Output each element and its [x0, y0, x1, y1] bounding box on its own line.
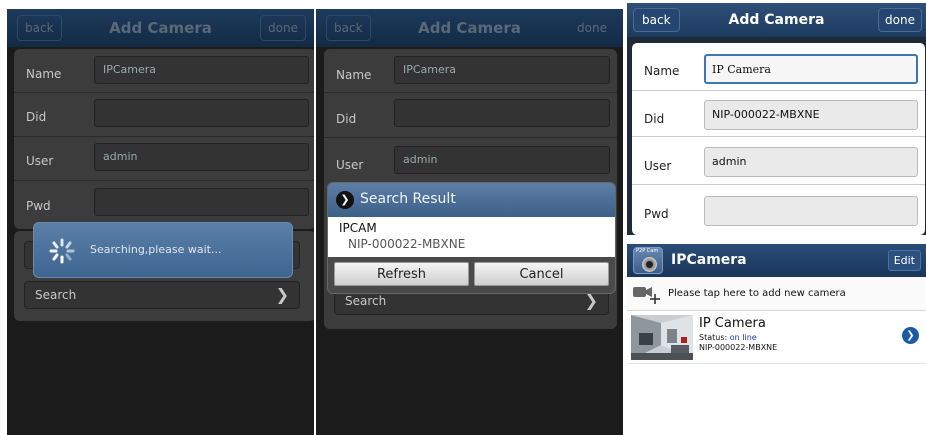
- status-value: on line: [729, 333, 757, 342]
- name-field[interactable]: IPCamera: [394, 56, 610, 84]
- navigation-bar: P2P Cam IPCamera Edit: [627, 244, 926, 277]
- refresh-button[interactable]: Refresh: [334, 262, 469, 286]
- form-row-user: User admin: [14, 137, 314, 181]
- user-label: User: [644, 159, 672, 173]
- navigation-bar: back Add Camera done: [316, 9, 623, 47]
- pwd-field[interactable]: [94, 188, 309, 216]
- status-label: Status:: [699, 333, 728, 342]
- form-card: Name IPCamera Did User admin Pwd: [14, 49, 314, 229]
- form-row-did: Did: [324, 94, 617, 138]
- did-label: Did: [26, 110, 47, 124]
- dialog-title: Search Result: [360, 191, 456, 207]
- app-icon-text: P2P Cam: [636, 248, 659, 254]
- user-field[interactable]: admin: [94, 143, 309, 171]
- result-name: IPCAM: [339, 221, 377, 235]
- result-id: NIP-000022-MBXNE: [348, 237, 466, 251]
- screen-add-camera-filled: back Add Camera done Name IP Camera Did …: [627, 3, 926, 235]
- dialog-header: ❯ Search Result: [328, 183, 615, 217]
- toast-text: Searching,please wait...: [90, 243, 222, 256]
- camera-status: Status: on line: [699, 333, 757, 342]
- form-row-name: Name IP Camera: [632, 43, 925, 91]
- cancel-button[interactable]: Cancel: [474, 262, 609, 286]
- name-field[interactable]: IPCamera: [94, 56, 309, 84]
- search-label: Search: [345, 294, 387, 308]
- form-row-user: User admin: [632, 137, 925, 185]
- navigation-bar: back Add Camera done: [627, 3, 926, 37]
- form-card: Name IP Camera Did NIP-000022-MBXNE User…: [632, 43, 925, 235]
- form-row-name: Name IPCamera: [14, 49, 314, 93]
- form-row-did: Did NIP-000022-MBXNE: [632, 91, 925, 137]
- camera-name: IP Camera: [699, 316, 766, 331]
- did-field[interactable]: NIP-000022-MBXNE: [704, 100, 918, 130]
- add-camera-icon: [633, 284, 661, 304]
- form-row-did: Did: [14, 93, 314, 137]
- page-title: IPCamera: [671, 252, 747, 268]
- edit-button[interactable]: Edit: [887, 250, 921, 271]
- camera-id: NIP-000022-MBXNE: [699, 343, 778, 352]
- spinner-icon: [48, 237, 76, 265]
- done-button[interactable]: done: [878, 8, 922, 32]
- navigation-bar: back Add Camera done: [7, 9, 314, 47]
- name-label: Name: [644, 64, 680, 78]
- add-camera-hint: Please tap here to add new camera: [668, 288, 846, 299]
- done-button[interactable]: done: [260, 15, 306, 41]
- form-row-name: Name IPCamera: [324, 49, 617, 93]
- camera-lens-icon: [642, 257, 657, 272]
- search-result-item[interactable]: IPCAM NIP-000022-MBXNE: [328, 217, 615, 257]
- form-row-user: User admin: [324, 139, 617, 183]
- searching-toast: Searching,please wait...: [33, 222, 293, 278]
- screen-camera-list: P2P Cam IPCamera Edit Please tap here to…: [627, 244, 926, 435]
- did-field[interactable]: [394, 99, 610, 127]
- add-camera-row[interactable]: Please tap here to add new camera: [627, 277, 926, 311]
- pwd-label: Pwd: [644, 207, 669, 221]
- did-label: Did: [336, 112, 357, 126]
- chevron-circle-icon: ❯: [336, 191, 354, 209]
- app-icon: P2P Cam: [633, 247, 663, 274]
- user-field[interactable]: admin: [394, 146, 610, 174]
- user-field[interactable]: admin: [704, 147, 918, 177]
- search-button[interactable]: Search ❯: [24, 281, 300, 309]
- search-label: Search: [35, 288, 77, 302]
- search-result-dialog: ❯ Search Result IPCAM NIP-000022-MBXNE R…: [327, 182, 616, 294]
- pwd-label: Pwd: [26, 199, 51, 213]
- pwd-field[interactable]: [704, 196, 918, 226]
- screen-searching: back Add Camera done Name IPCamera Did U…: [7, 9, 314, 435]
- user-label: User: [336, 158, 364, 172]
- name-label: Name: [336, 68, 372, 82]
- form-row-pwd: Pwd: [632, 185, 925, 235]
- camera-list-item[interactable]: IP Camera Status: on line NIP-000022-MBX…: [627, 312, 926, 364]
- user-label: User: [26, 154, 54, 168]
- chevron-right-icon: ❯: [275, 285, 289, 304]
- done-button[interactable]: done: [569, 15, 615, 41]
- disclosure-chevron-icon[interactable]: ❯: [902, 327, 919, 344]
- did-field[interactable]: [94, 99, 309, 127]
- name-field[interactable]: IP Camera: [704, 54, 918, 84]
- name-label: Name: [26, 67, 62, 81]
- camera-thumbnail: [631, 315, 693, 360]
- did-label: Did: [644, 112, 665, 126]
- screen-search-result: back Add Camera done Name IPCamera Did U…: [316, 9, 623, 435]
- form-row-pwd: Pwd: [14, 181, 314, 225]
